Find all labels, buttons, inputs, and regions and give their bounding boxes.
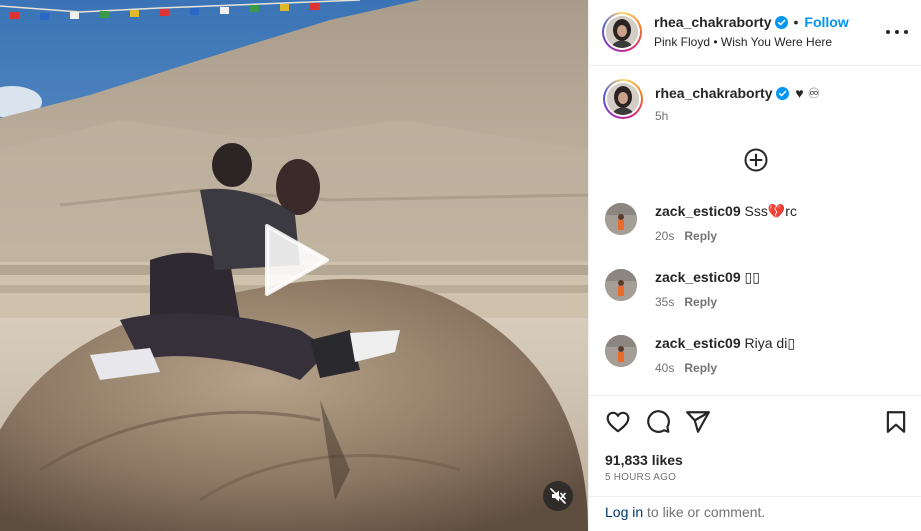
comment-body: zack_estic09 Riya di▯ 40s Reply (655, 335, 795, 375)
share-icon[interactable] (685, 409, 711, 435)
more-options-icon[interactable] (886, 22, 908, 42)
caption-author-avatar[interactable] (603, 79, 643, 119)
comment-time[interactable]: 40s (655, 361, 674, 375)
post-sidebar: rhea_chakraborty • Follow Pink Floyd • Wis… (588, 0, 921, 531)
post-header: rhea_chakraborty • Follow Pink Floyd • Wis… (589, 0, 921, 66)
comment-line: zack_estic09 ▯▯ (655, 269, 760, 286)
login-prompt-text: to like or comment. (643, 504, 766, 520)
comment-meta: 20s Reply (655, 229, 797, 243)
author-avatar[interactable] (602, 12, 642, 52)
commenter-username[interactable]: zack_estic09 (655, 335, 741, 351)
post-timestamp[interactable]: 5 HOURS AGO (605, 472, 676, 483)
comment-time[interactable]: 35s (655, 295, 674, 309)
commenter-username[interactable]: zack_estic09 (655, 203, 741, 219)
comment-body: zack_estic09 ▯▯ 35s Reply (655, 269, 760, 309)
header-title-line: rhea_chakraborty • Follow (654, 14, 849, 30)
login-link[interactable]: Log in (605, 504, 643, 520)
verified-badge-icon (774, 16, 788, 29)
comment-text: Sss💔rc (744, 203, 797, 219)
reply-button[interactable]: Reply (684, 361, 717, 375)
commenter-avatar[interactable] (605, 269, 637, 301)
reply-button[interactable]: Reply (684, 295, 717, 309)
comment-body: zack_estic09 Sss💔rc 20s Reply (655, 203, 797, 243)
add-circle-icon[interactable] (744, 148, 768, 172)
author-username[interactable]: rhea_chakraborty (654, 14, 772, 30)
play-icon[interactable] (255, 222, 331, 298)
heart-icon[interactable] (605, 409, 631, 435)
caption-text-line: rhea_chakraborty ♥ ♾ (655, 85, 820, 102)
comment-line: zack_estic09 Sss💔rc (655, 203, 797, 220)
post-modal: rhea_chakraborty • Follow Pink Floyd • Wis… (0, 0, 921, 531)
comment-meta: 35s Reply (655, 295, 760, 309)
caption: rhea_chakraborty ♥ ♾ 5h (603, 79, 909, 123)
caption-username[interactable]: rhea_chakraborty (655, 85, 773, 101)
comment-item: zack_estic09 ▯▯ 35s Reply (605, 269, 905, 317)
post-actions: 91,833 likes 5 HOURS AGO (589, 395, 921, 496)
post-video[interactable] (0, 0, 588, 531)
comment-item: zack_estic09 Riya di▯ 40s Reply (605, 335, 905, 383)
header-separator: • (793, 14, 799, 30)
caption-text: ♥ ♾ (795, 85, 821, 101)
reply-button[interactable]: Reply (684, 229, 717, 243)
bookmark-icon[interactable] (883, 409, 909, 435)
login-prompt: Log in to like or comment. (589, 496, 921, 531)
follow-button[interactable]: Follow (804, 14, 848, 30)
comment-time[interactable]: 20s (655, 229, 674, 243)
comment-item: zack_estic09 Sss💔rc 20s Reply (605, 203, 905, 251)
caption-time[interactable]: 5h (655, 109, 668, 123)
commenter-avatar[interactable] (605, 335, 637, 367)
muted-speaker-icon[interactable] (543, 481, 573, 511)
comment-icon[interactable] (645, 409, 671, 435)
audio-track-link[interactable]: Pink Floyd • Wish You Were Here (654, 35, 832, 49)
commenter-avatar[interactable] (605, 203, 637, 235)
comment-meta: 40s Reply (655, 361, 795, 375)
likes-count[interactable]: 91,833 likes (605, 452, 683, 468)
verified-badge-icon (775, 87, 789, 100)
comment-line: zack_estic09 Riya di▯ (655, 335, 795, 352)
comment-text: ▯▯ (744, 269, 760, 285)
commenter-username[interactable]: zack_estic09 (655, 269, 741, 285)
comment-text: Riya di▯ (744, 335, 796, 351)
